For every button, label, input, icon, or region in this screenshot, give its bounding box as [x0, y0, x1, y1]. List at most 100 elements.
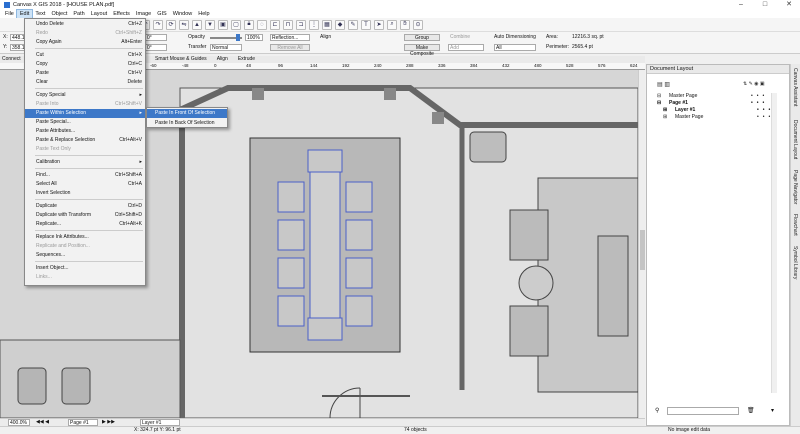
menu-edit[interactable]: Edit	[15, 9, 34, 19]
edit-menu-item[interactable]: Cut Ctrl+X	[25, 51, 145, 60]
front-icon[interactable]: ▲	[192, 19, 202, 30]
edit-menu-item[interactable]: Paste & Replace Selection Ctrl+Alt+V	[25, 136, 145, 145]
layout-row[interactable]: ⊟ Page #1 •••	[655, 100, 775, 107]
binoculars-icon[interactable]: ⚲	[655, 407, 659, 414]
angle2-field[interactable]: 0°	[145, 44, 167, 51]
expand-icon[interactable]: ⊟	[657, 100, 661, 107]
menu-effects[interactable]: Effects	[110, 10, 133, 18]
back-icon[interactable]: ▼	[205, 19, 215, 30]
tab-symbol-library[interactable]: Symbol Library	[792, 246, 798, 279]
unlock-icon[interactable]: ◌	[257, 19, 267, 30]
reflection-dropdown[interactable]: Reflection...	[270, 34, 310, 41]
connect-tab[interactable]: Connect	[2, 56, 21, 63]
align-right-icon[interactable]: ⊐	[296, 19, 306, 30]
vertical-scrollbar[interactable]	[638, 70, 645, 418]
edit-menu-item[interactable]: Duplicate Ctrl+D	[25, 202, 145, 211]
edit-menu-item[interactable]: Duplicate with Transform Ctrl+Shift+D	[25, 211, 145, 220]
tab-align[interactable]: Align	[212, 56, 233, 63]
edit-menu-item[interactable]: Paste Attributes...	[25, 127, 145, 136]
edit-menu-item[interactable]: Clear Delete	[25, 78, 145, 87]
edit-menu-item[interactable]: Paste Within Selection ▸	[25, 109, 145, 118]
tab-canvas-assistant[interactable]: Canvas Assistant	[792, 68, 798, 106]
zoom-icon[interactable]: ⌕	[387, 19, 397, 30]
opacity-slider-thumb[interactable]	[236, 34, 240, 41]
eyedrop-icon[interactable]: ⊙	[413, 19, 423, 30]
expand-icon[interactable]: ⊞	[663, 107, 667, 114]
hand-icon[interactable]: ✋︎	[400, 19, 410, 30]
group-button[interactable]: Group	[404, 34, 440, 41]
next-page-arrows[interactable]: ▶ ▶▶	[102, 419, 115, 426]
minimize-button[interactable]: –	[730, 0, 752, 10]
menu-help[interactable]: Help	[195, 10, 212, 18]
trash-icon[interactable]: 🗑︎	[747, 407, 755, 414]
edit-menu-item[interactable]: Paste Special...	[25, 118, 145, 127]
group-icon[interactable]: ▣	[218, 19, 228, 30]
menu-object[interactable]: Object	[48, 10, 70, 18]
edit-menu-item[interactable]: Copy Ctrl+C	[25, 60, 145, 69]
tab-flowchart[interactable]: Flowchart	[792, 214, 798, 236]
row-flags[interactable]: •••	[751, 93, 768, 100]
tab-extrude[interactable]: Extrude	[233, 56, 260, 63]
align-left-icon[interactable]: ⊏	[270, 19, 280, 30]
shape-icon[interactable]: ◆	[335, 19, 345, 30]
panel-scrollbar[interactable]	[771, 93, 777, 393]
panel-toolbar-icons[interactable]: ▤ ▥	[657, 81, 670, 88]
auto-dim-dropdown[interactable]: All	[494, 44, 536, 51]
maximize-button[interactable]: □	[754, 0, 776, 10]
tab-smart-mouse[interactable]: Smart Mouse & Guides	[150, 56, 212, 63]
align-center-icon[interactable]: ⊓	[283, 19, 293, 30]
edit-menu-item[interactable]: Undo Delete Ctrl+Z	[25, 20, 145, 29]
scroll-thumb[interactable]	[640, 230, 645, 270]
edit-menu-item[interactable]: Sequences...	[25, 251, 145, 260]
tab-document-layout[interactable]: Document Layout	[792, 120, 798, 159]
panel-menu-icon[interactable]: ▾	[771, 407, 774, 414]
close-button[interactable]: ✕	[778, 0, 800, 10]
panel-search-field[interactable]	[667, 407, 739, 415]
edit-menu-item[interactable]: Select All Ctrl+A	[25, 180, 145, 189]
zoom-field[interactable]: 400.0%	[8, 419, 30, 426]
menu-image[interactable]: Image	[133, 10, 154, 18]
menu-file[interactable]: File	[2, 10, 17, 18]
select-icon[interactable]: ➤	[374, 19, 384, 30]
rotate-icon[interactable]: ⟳	[166, 19, 176, 30]
layout-row[interactable]: ⊟ Master Page •••	[655, 93, 775, 100]
page-select[interactable]: Page #1	[68, 419, 98, 426]
remove-all-button[interactable]: Remove All	[270, 44, 310, 51]
expand-icon[interactable]: ⊞	[663, 114, 667, 121]
edit-menu-item[interactable]: Replicate... Ctrl+Alt+K	[25, 220, 145, 229]
ungroup-icon[interactable]: ▢	[231, 19, 241, 30]
paste-in-back-item[interactable]: Paste In Back Of Selection	[147, 119, 227, 128]
menu-layout[interactable]: Layout	[88, 10, 111, 18]
menu-window[interactable]: Window	[170, 10, 196, 18]
row-flags[interactable]: •••	[751, 100, 768, 107]
panel-visibility-icons[interactable]: ⇅ ✎ ◉ ▣	[743, 81, 765, 87]
text-icon[interactable]: T	[361, 19, 371, 30]
layout-row[interactable]: ⊞ Layer #1 •••	[661, 107, 781, 114]
layout-row[interactable]: ⊞ Master Page •••	[661, 114, 781, 121]
edit-menu-item[interactable]: Insert Object...	[25, 264, 145, 273]
menu-path[interactable]: Path	[70, 10, 87, 18]
pen-icon[interactable]: ✎	[348, 19, 358, 30]
distribute-icon[interactable]: ⋮	[309, 19, 319, 30]
paste-in-front-item[interactable]: Paste In Front Of Selection	[147, 109, 227, 118]
edit-menu-item[interactable]: Paste Ctrl+V	[25, 69, 145, 78]
edit-menu-item[interactable]: Copy Special ▸	[25, 91, 145, 100]
edit-menu-item[interactable]: Find... Ctrl+Shift+A	[25, 171, 145, 180]
grid-icon[interactable]: ▦	[322, 19, 332, 30]
edit-menu-item[interactable]: Replace Ink Attributes...	[25, 233, 145, 242]
edit-menu-item[interactable]: Copy Again Alt+Enter	[25, 38, 145, 47]
edit-menu-item[interactable]: Invert Selection	[25, 189, 145, 198]
transfer-dropdown[interactable]: Normal	[210, 44, 242, 51]
menu-text[interactable]: Text	[32, 10, 48, 18]
angle-field[interactable]: 0°	[145, 34, 167, 41]
expand-icon[interactable]: ⊟	[657, 93, 661, 100]
opacity-field[interactable]: 100%	[245, 34, 263, 41]
lock-icon[interactable]: 🔒︎	[244, 19, 254, 30]
menu-gis[interactable]: GIS	[154, 10, 169, 18]
redo-icon[interactable]: ↷	[153, 19, 163, 30]
add-dropdown[interactable]: Add	[448, 44, 484, 51]
edit-menu-item[interactable]: Calibration ▸	[25, 158, 145, 167]
flip-icon[interactable]: ⇋	[179, 19, 189, 30]
tab-page-navigator[interactable]: Page Navigator	[792, 170, 798, 204]
prev-page-arrows[interactable]: ◀◀ ◀	[36, 419, 49, 426]
